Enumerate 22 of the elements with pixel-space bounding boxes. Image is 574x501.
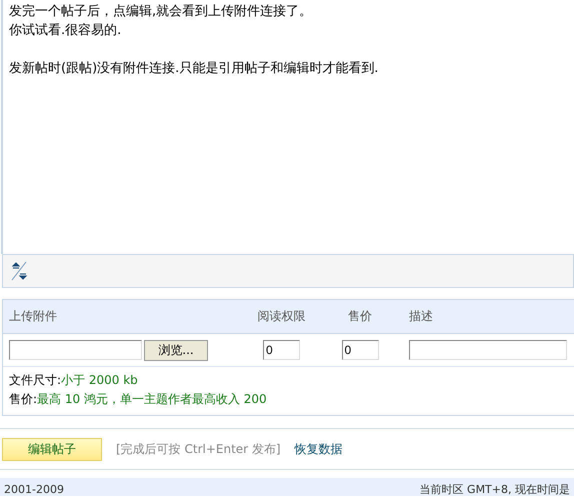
info-label: 文件尺寸:: [9, 373, 62, 387]
browse-button[interactable]: 浏览...: [144, 340, 208, 360]
column-header: 描述: [408, 308, 433, 325]
info-value: 最高 10 鸿元，单一主题作者最高收入 200: [37, 392, 267, 406]
shortcut-hint: [完成后可按 Ctrl+Enter 发布]: [116, 440, 281, 458]
post-text: 发新帖时(跟帖)没有附件连接.只能是引用帖子和编辑时才能看到.: [9, 60, 380, 78]
post-text: 发完一个帖子后，点编辑,就会看到上传附件连接了。: [9, 3, 314, 21]
description-field[interactable]: [409, 340, 567, 360]
file-path-field[interactable]: [9, 340, 142, 360]
info-value: 小于 2000 kb: [61, 373, 138, 387]
timezone-text: 当前时区 GMT+8, 现在时间是: [420, 483, 570, 496]
column-header: 阅读权限: [256, 308, 306, 325]
permission-field[interactable]: 0: [263, 340, 300, 360]
column-header: 上传附件: [8, 308, 58, 325]
edit-post-button[interactable]: 编辑帖子: [2, 438, 102, 460]
resize-icon[interactable]: [9, 260, 29, 282]
post-text: 你试试看.很容易的.: [9, 22, 122, 40]
copyright-text: 2001-2009: [4, 483, 64, 496]
info-label: 售价:: [9, 392, 38, 406]
restore-data-link[interactable]: 恢复数据: [294, 440, 343, 458]
price-field[interactable]: 0: [342, 340, 378, 360]
column-header: 售价: [347, 308, 373, 325]
